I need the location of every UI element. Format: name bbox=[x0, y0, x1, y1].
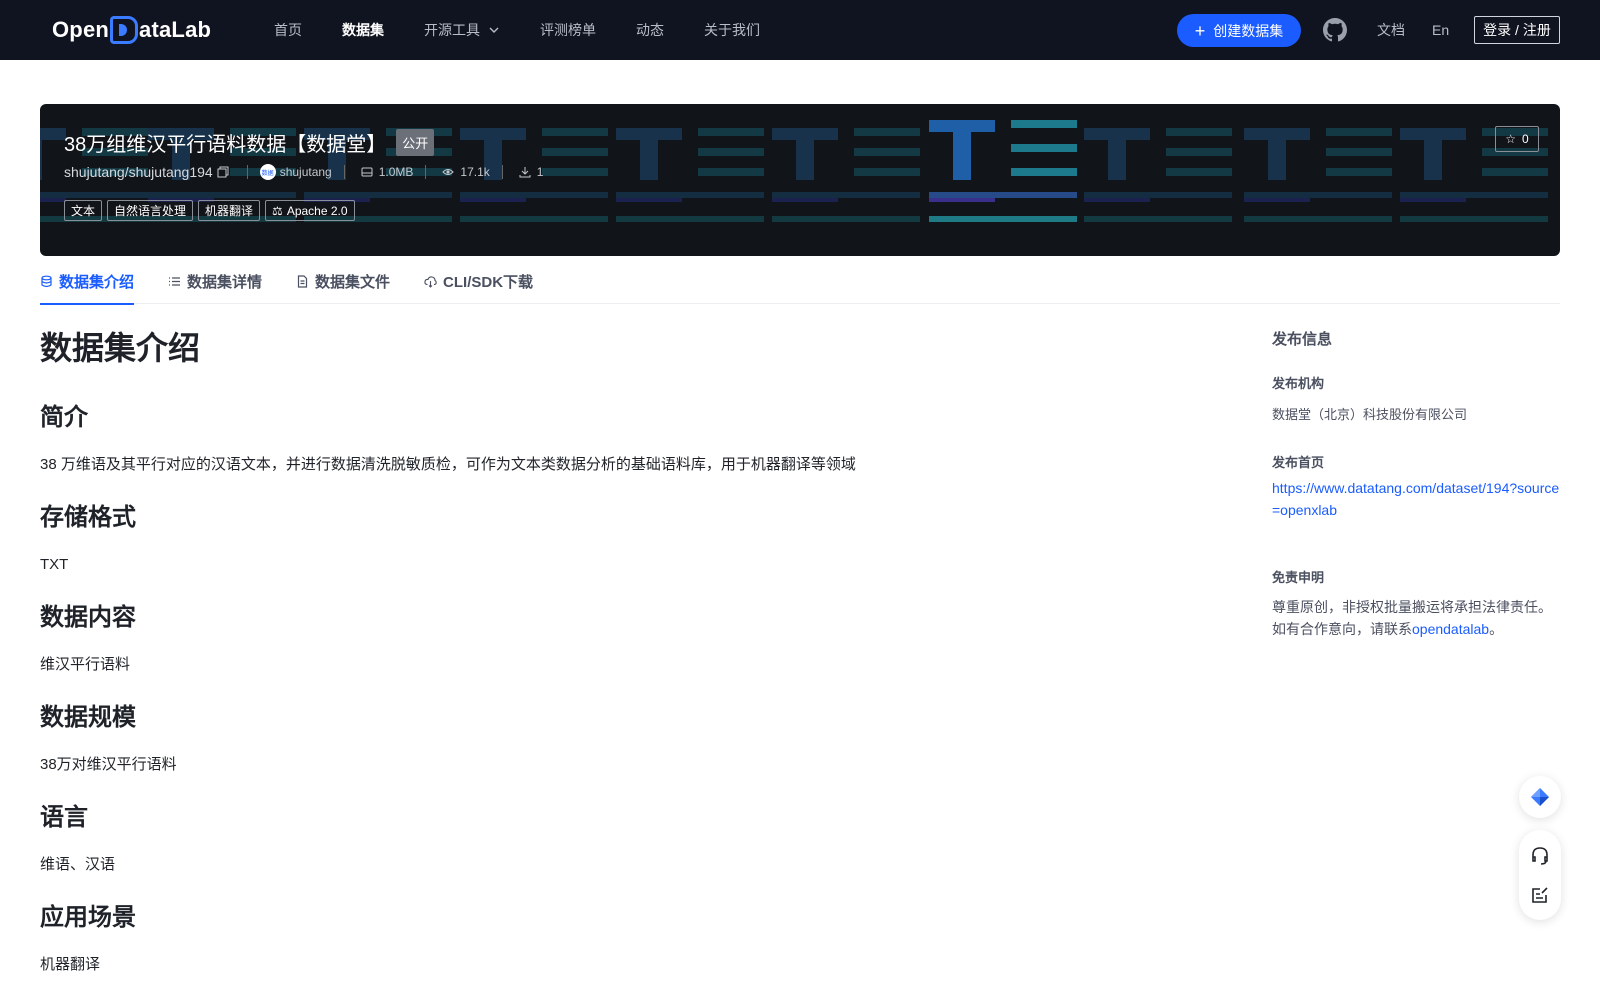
list-icon bbox=[169, 276, 181, 286]
section-body-content: 维汉平行语料 bbox=[40, 656, 131, 673]
dataset-meta-row: shujutang/shujutang194 数据 shujutang 1.0M… bbox=[64, 164, 543, 180]
meta-divider bbox=[501, 165, 503, 179]
floating-toolbar bbox=[1519, 830, 1561, 920]
publish-info-title: 发布信息 bbox=[1272, 331, 1333, 348]
disclaimer-contact-link[interactable]: opendatalab bbox=[1412, 621, 1489, 637]
tab-files-label: 数据集文件 bbox=[315, 273, 391, 291]
banner-motif bbox=[1244, 128, 1392, 222]
nav-item-tools-label: 开源工具 bbox=[424, 22, 480, 38]
dataset-tabs: 数据集介绍 数据集详情 数据集文件 CLI/SDK下载 bbox=[40, 258, 1560, 305]
tag-nlp[interactable]: 自然语言处理 bbox=[107, 200, 194, 221]
homepage-link[interactable]: https://www.datatang.com/dataset/194?sou… bbox=[1272, 477, 1562, 521]
visibility-badge: 公开 bbox=[396, 129, 435, 156]
tag-text[interactable]: 文本 bbox=[64, 200, 103, 221]
publisher-label: 发布机构 bbox=[1272, 376, 1325, 391]
tab-cli-sdk-label: CLI/SDK下载 bbox=[443, 273, 534, 291]
tag-row: 文本 自然语言处理 机器翻译 ⚖ Apache 2.0 bbox=[64, 200, 360, 221]
tag-mt[interactable]: 机器翻译 bbox=[198, 200, 261, 221]
star-button[interactable]: ☆ 0 bbox=[1495, 126, 1539, 152]
logo-d-icon bbox=[110, 16, 139, 44]
banner-motif bbox=[929, 120, 1077, 222]
banner-pattern bbox=[40, 120, 1548, 222]
dataset-size: 1.0MB bbox=[378, 165, 414, 179]
dataset-title: 38万组维汉平行语料数据【数据堂】 bbox=[64, 134, 387, 156]
section-title-language: 语言 bbox=[40, 804, 88, 831]
nav-item-home[interactable]: 首页 bbox=[274, 20, 302, 40]
logo-text-atalab: ataLab bbox=[139, 17, 212, 42]
opendatalab-logo[interactable]: Open ataLab bbox=[52, 14, 211, 46]
disclaimer-label: 免责申明 bbox=[1272, 570, 1325, 585]
create-dataset-button[interactable]: + 创建数据集 bbox=[1177, 14, 1301, 47]
meta-divider bbox=[343, 165, 345, 179]
login-register-button[interactable]: 登录 / 注册 bbox=[1474, 16, 1560, 44]
top-navbar: Open ataLab 首页 数据集 开源工具 评测榜单 动态 关于我们 + 创… bbox=[0, 0, 1600, 60]
dataset-banner: 38万组维汉平行语料数据【数据堂】 公开 shujutang/shujutang… bbox=[40, 104, 1560, 256]
tab-intro-label: 数据集介绍 bbox=[59, 273, 135, 291]
section-title-scale: 数据规模 bbox=[40, 704, 136, 731]
plus-icon: + bbox=[1194, 20, 1206, 41]
license-label: Apache 2.0 bbox=[286, 203, 348, 218]
storage-icon bbox=[361, 167, 373, 177]
feedback-edit-icon[interactable] bbox=[1529, 884, 1551, 906]
section-body-scale: 38万对维汉平行语料 bbox=[40, 756, 177, 773]
headset-icon[interactable] bbox=[1529, 845, 1551, 867]
page-title: 数据集介绍 bbox=[40, 330, 201, 366]
disclaimer-text: 尊重原创，非授权批量搬运将承担法律责任。如有合作意向，请联系opendatala… bbox=[1272, 596, 1562, 640]
homepage-label: 发布首页 bbox=[1272, 455, 1325, 470]
tab-details-label: 数据集详情 bbox=[187, 273, 263, 291]
section-title-usecase: 应用场景 bbox=[40, 904, 136, 931]
section-body-summary: 38 万维语及其平行对应的汉语文本，并进行数据清洗脱敏质检，可作为文本类数据分析… bbox=[40, 456, 856, 473]
meta-divider bbox=[425, 165, 427, 179]
docs-link[interactable]: 文档 bbox=[1377, 0, 1405, 60]
section-body-language: 维语、汉语 bbox=[40, 856, 116, 873]
logo-text-open: Open bbox=[52, 17, 110, 42]
create-dataset-label: 创建数据集 bbox=[1213, 22, 1284, 39]
nav-item-tools[interactable]: 开源工具 bbox=[424, 20, 500, 40]
language-switch[interactable]: En bbox=[1432, 0, 1449, 60]
github-icon[interactable] bbox=[1323, 18, 1347, 42]
section-title-summary: 简介 bbox=[40, 404, 88, 431]
dataset-title-row: 38万组维汉平行语料数据【数据堂】 公开 bbox=[64, 128, 435, 157]
download-count: 1 bbox=[536, 165, 544, 179]
repo-path: shujutang/shujutang194 bbox=[64, 164, 213, 180]
disclaimer-end: 。 bbox=[1489, 621, 1504, 637]
section-body-usecase: 机器翻译 bbox=[40, 956, 101, 973]
nav-item-leaderboard[interactable]: 评测榜单 bbox=[540, 20, 596, 40]
banner-motif bbox=[1084, 128, 1232, 222]
star-icon: ☆ bbox=[1505, 132, 1517, 146]
copy-icon[interactable] bbox=[217, 166, 229, 178]
nav-item-news[interactable]: 动态 bbox=[636, 20, 664, 40]
tab-intro[interactable]: 数据集介绍 bbox=[40, 258, 135, 305]
publish-info-panel: 发布信息 发布机构 数据堂（北京）科技股份有限公司 发布首页 https://w… bbox=[1272, 328, 1562, 640]
nav-item-datasets[interactable]: 数据集 bbox=[342, 20, 384, 40]
cloud-download-icon bbox=[424, 275, 437, 288]
download-icon bbox=[519, 167, 531, 178]
license-tag[interactable]: ⚖ Apache 2.0 bbox=[265, 200, 355, 221]
tab-cli-sdk[interactable]: CLI/SDK下载 bbox=[424, 258, 533, 304]
chevron-down-icon bbox=[489, 27, 499, 33]
section-title-format: 存储格式 bbox=[40, 504, 136, 531]
star-count: 0 bbox=[1522, 132, 1529, 146]
avatar[interactable]: 数据 bbox=[259, 164, 276, 180]
section-body-format: TXT bbox=[40, 556, 69, 573]
scale-icon: ⚖ bbox=[272, 203, 283, 218]
owner-name[interactable]: shujutang bbox=[280, 165, 332, 179]
tab-files[interactable]: 数据集文件 bbox=[296, 258, 390, 304]
file-icon bbox=[297, 274, 308, 288]
database-icon bbox=[41, 275, 52, 287]
section-title-content: 数据内容 bbox=[40, 604, 136, 631]
view-count: 17.1k bbox=[460, 165, 490, 179]
assistant-button[interactable] bbox=[1519, 776, 1561, 818]
diamond-logo-icon bbox=[1531, 788, 1549, 806]
banner-motif bbox=[616, 128, 764, 222]
dataset-intro-content: 数据集介绍 简介 38 万维语及其平行对应的汉语文本，并进行数据清洗脱敏质检，可… bbox=[40, 326, 1140, 1000]
publisher-value: 数据堂（北京）科技股份有限公司 bbox=[1272, 407, 1468, 422]
tab-details[interactable]: 数据集详情 bbox=[168, 258, 262, 304]
eye-icon bbox=[442, 169, 455, 175]
nav-item-about[interactable]: 关于我们 bbox=[704, 20, 760, 40]
main-nav: 首页 数据集 开源工具 评测榜单 动态 关于我们 bbox=[274, 0, 800, 60]
meta-divider bbox=[246, 165, 248, 179]
banner-motif bbox=[772, 128, 920, 222]
